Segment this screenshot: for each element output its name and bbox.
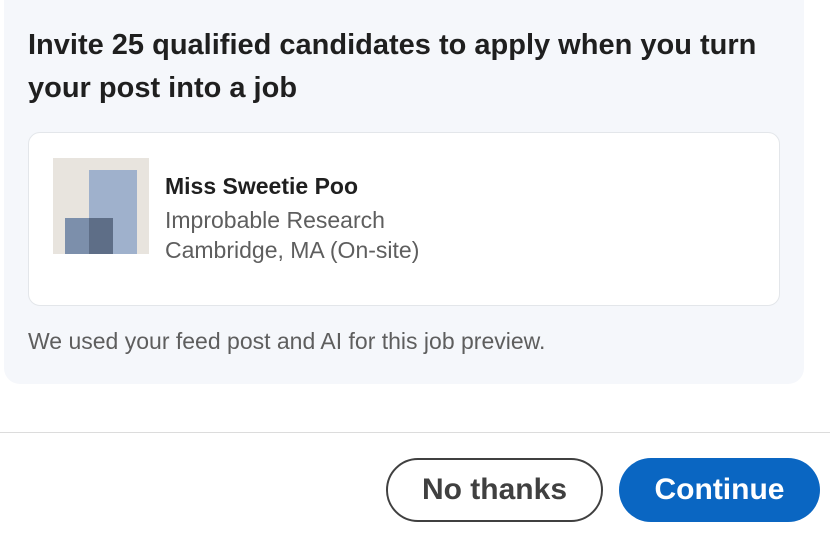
continue-button[interactable]: Continue xyxy=(619,458,820,522)
ai-preview-note: We used your feed post and AI for this j… xyxy=(28,328,546,354)
company-name: Improbable Research xyxy=(165,207,385,233)
job-info: Miss Sweetie Poo Improbable Research Cam… xyxy=(165,171,419,265)
footer-divider xyxy=(0,432,830,433)
no-thanks-button[interactable]: No thanks xyxy=(386,458,603,522)
dialog-title: Invite 25 qualified candidates to apply … xyxy=(28,29,757,104)
job-title: Miss Sweetie Poo xyxy=(165,173,359,199)
job-preview-card: Miss Sweetie Poo Improbable Research Cam… xyxy=(28,132,780,306)
job-promo-card: Invite 25 qualified candidates to apply … xyxy=(4,0,804,384)
company-logo-placeholder-icon xyxy=(53,158,149,254)
job-location: Cambridge, MA (On-site) xyxy=(165,237,420,263)
